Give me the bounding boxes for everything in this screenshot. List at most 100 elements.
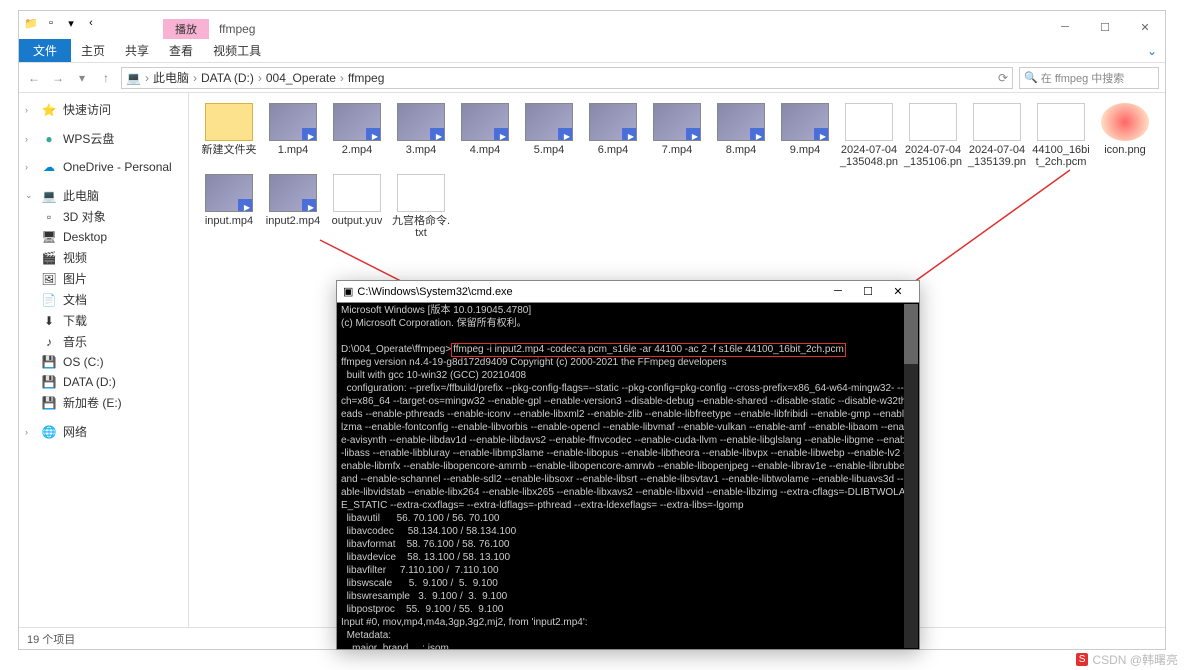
search-icon: 🔍	[1024, 71, 1038, 84]
file-thumb-yuv	[1037, 103, 1085, 141]
file-thumb-video	[397, 103, 445, 141]
file-item[interactable]: 44100_16bit_2ch.pcm	[1031, 103, 1091, 170]
cmd-close-button[interactable]: ✕	[883, 285, 913, 298]
file-name: 新建文件夹	[202, 144, 257, 156]
item-count: 19 个项目	[27, 631, 75, 647]
cmd-max-button[interactable]: ☐	[853, 285, 883, 298]
drive-icon: 💾	[41, 374, 57, 390]
sidebar-onedrive[interactable]: ›☁OneDrive - Personal	[19, 157, 188, 177]
file-thumb-txt	[397, 174, 445, 212]
sidebar: ›⭐快速访问 ›●WPS云盘 ›☁OneDrive - Personal ⌄💻此…	[19, 93, 189, 627]
qat-folder-icon[interactable]: 📁	[23, 15, 39, 31]
drive-icon: 🎬	[41, 250, 57, 266]
menu-file[interactable]: 文件	[19, 39, 71, 62]
file-thumb-yuv	[333, 174, 381, 212]
file-item[interactable]: 2024-07-04_135048.png	[839, 103, 899, 170]
file-item[interactable]: 九宫格命令.txt	[391, 174, 451, 239]
cmd-scrollbar[interactable]	[904, 304, 918, 648]
file-name: 3.mp4	[406, 144, 437, 156]
ribbon-context-tab[interactable]: 播放	[163, 19, 209, 39]
file-thumb-folder	[205, 103, 253, 141]
breadcrumb-root-icon: 💻	[126, 71, 141, 85]
cmd-output[interactable]: Microsoft Windows [版本 10.0.19045.4780] (…	[337, 303, 919, 649]
file-item[interactable]: 7.mp4	[647, 103, 707, 170]
star-icon: ⭐	[41, 102, 57, 118]
pc-icon: 💻	[41, 188, 57, 204]
sidebar-item[interactable]: 💾OS (C:)	[19, 352, 188, 372]
file-item[interactable]: 新建文件夹	[199, 103, 259, 170]
sidebar-item[interactable]: 💾DATA (D:)	[19, 372, 188, 392]
file-item[interactable]: 6.mp4	[583, 103, 643, 170]
drive-icon: 💾	[41, 395, 57, 411]
file-name: 7.mp4	[662, 144, 693, 156]
sidebar-item[interactable]: ♪音乐	[19, 331, 188, 352]
qat-pin-icon[interactable]: ▾	[63, 15, 79, 31]
file-item[interactable]: icon.png	[1095, 103, 1155, 170]
drive-icon: ♪	[41, 334, 57, 350]
nav-back-icon[interactable]: ←	[25, 71, 43, 85]
sidebar-thispc[interactable]: ⌄💻此电脑	[19, 185, 188, 206]
file-item[interactable]: 2024-07-04_135106.png	[903, 103, 963, 170]
network-icon: 🌐	[41, 424, 57, 440]
file-item[interactable]: 2024-07-04_135139.png	[967, 103, 1027, 170]
file-item[interactable]: input2.mp4	[263, 174, 323, 239]
file-item[interactable]: 5.mp4	[519, 103, 579, 170]
sidebar-item[interactable]: 🎬视频	[19, 247, 188, 268]
cmd-scroll-thumb[interactable]	[904, 304, 918, 364]
maximize-button[interactable]: ☐	[1085, 15, 1125, 39]
sidebar-item[interactable]: ⬇下载	[19, 310, 188, 331]
sidebar-item[interactable]: 🖥Desktop	[19, 227, 188, 247]
file-item[interactable]: 2.mp4	[327, 103, 387, 170]
drive-icon: 💾	[41, 354, 57, 370]
file-name: 九宫格命令.txt	[391, 215, 451, 239]
file-name: 44100_16bit_2ch.pcm	[1031, 144, 1091, 168]
sidebar-item[interactable]: 🖼图片	[19, 268, 188, 289]
breadcrumb-part[interactable]: 004_Operate	[266, 71, 336, 85]
menu-view[interactable]: 查看	[159, 39, 203, 62]
breadcrumb-part[interactable]: DATA (D:)	[201, 71, 254, 85]
nav-forward-icon[interactable]: →	[49, 71, 67, 85]
cmd-min-button[interactable]: ─	[823, 285, 853, 298]
sidebar-item[interactable]: 💾新加卷 (E:)	[19, 392, 188, 413]
ribbon-toggle-icon[interactable]: ⌄	[1147, 44, 1165, 58]
file-name: input2.mp4	[266, 215, 320, 227]
sidebar-quick-access[interactable]: ›⭐快速访问	[19, 99, 188, 120]
sidebar-item[interactable]: 📄文档	[19, 289, 188, 310]
cmd-titlebar[interactable]: ▣ C:\Windows\System32\cmd.exe ─ ☐ ✕	[337, 281, 919, 303]
file-name: input.mp4	[205, 215, 253, 227]
file-item[interactable]: 9.mp4	[775, 103, 835, 170]
menu-share[interactable]: 共享	[115, 39, 159, 62]
file-thumb-png	[909, 103, 957, 141]
file-name: 8.mp4	[726, 144, 757, 156]
minimize-button[interactable]: ─	[1045, 15, 1085, 39]
close-button[interactable]: ✕	[1125, 15, 1165, 39]
qat-props-icon[interactable]: ▫	[43, 15, 59, 31]
sidebar-network[interactable]: ›🌐网络	[19, 421, 188, 442]
cmd-window[interactable]: ▣ C:\Windows\System32\cmd.exe ─ ☐ ✕ Micr…	[336, 280, 920, 650]
file-item[interactable]: input.mp4	[199, 174, 259, 239]
file-name: output.yuv	[332, 215, 383, 227]
menu-video-tools[interactable]: 视频工具	[203, 39, 271, 62]
file-name: 2024-07-04_135106.png	[903, 144, 963, 170]
file-item[interactable]: 1.mp4	[263, 103, 323, 170]
nav-history-icon[interactable]: ▾	[73, 71, 91, 85]
menu-home[interactable]: 主页	[71, 39, 115, 62]
breadcrumb-part[interactable]: ffmpeg	[348, 71, 384, 85]
highlighted-command: ffmpeg -i input2.mp4 -codec:a pcm_s16le …	[451, 343, 846, 357]
file-thumb-png	[845, 103, 893, 141]
file-item[interactable]: 4.mp4	[455, 103, 515, 170]
cloud-icon: ●	[41, 131, 57, 147]
breadcrumb-refresh-icon[interactable]: ⟳	[998, 71, 1008, 85]
file-item[interactable]: 8.mp4	[711, 103, 771, 170]
sidebar-item[interactable]: ▫3D 对象	[19, 206, 188, 227]
file-name: 2.mp4	[342, 144, 373, 156]
breadcrumb-part[interactable]: 此电脑	[153, 69, 189, 86]
file-item[interactable]: output.yuv	[327, 174, 387, 239]
qat-more-icon[interactable]: ‹	[83, 15, 99, 31]
search-input[interactable]: 🔍 在 ffmpeg 中搜索	[1019, 67, 1159, 89]
nav-up-icon[interactable]: ↑	[97, 71, 115, 85]
file-thumb-video	[589, 103, 637, 141]
breadcrumb[interactable]: 💻 › 此电脑› DATA (D:)› 004_Operate› ffmpeg …	[121, 67, 1013, 89]
sidebar-wps[interactable]: ›●WPS云盘	[19, 128, 188, 149]
file-item[interactable]: 3.mp4	[391, 103, 451, 170]
